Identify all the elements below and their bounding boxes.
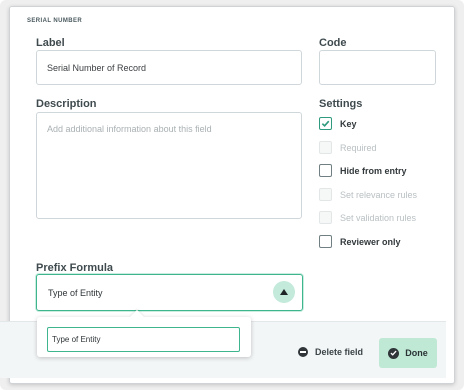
setting-label: Key <box>340 118 357 129</box>
key-checkbox[interactable] <box>319 117 332 130</box>
required-checkbox <box>319 141 332 154</box>
prefix-formula-label: Prefix Formula <box>36 262 114 274</box>
setting-label: Hide from entry <box>340 165 407 176</box>
validation-rules-checkbox <box>319 211 332 224</box>
setting-label: Set validation rules <box>340 212 417 223</box>
setting-label: Required <box>340 142 377 153</box>
setting-key[interactable]: Key <box>319 117 357 130</box>
delete-field-button[interactable]: Delete field <box>298 347 363 357</box>
prefix-formula-selected: Type of Entity <box>48 287 103 298</box>
setting-hide-from-entry[interactable]: Hide from entry <box>319 164 407 177</box>
setting-label: Reviewer only <box>340 236 401 247</box>
setting-reviewer-only[interactable]: Reviewer only <box>319 235 401 248</box>
setting-required: Required <box>319 141 377 154</box>
chevron-up-icon[interactable] <box>273 281 295 303</box>
reviewer-only-checkbox[interactable] <box>319 235 332 248</box>
label-input[interactable]: Serial Number of Record <box>36 50 302 85</box>
done-label: Done <box>405 348 428 358</box>
section-title: SERIAL NUMBER <box>27 18 83 24</box>
triangle-up-icon <box>280 289 288 295</box>
hide-from-entry-checkbox[interactable] <box>319 164 332 177</box>
dropdown-option[interactable]: Type of Entity <box>47 327 240 352</box>
delete-field-label: Delete field <box>315 347 364 357</box>
prefix-formula-dropdown: Type of Entity <box>37 317 251 357</box>
relevance-rules-checkbox <box>319 188 332 201</box>
description-field-label: Description <box>36 98 97 110</box>
minus-circle-icon <box>298 347 308 357</box>
description-textarea[interactable]: Add additional information about this fi… <box>36 112 302 219</box>
label-field-label: Label <box>36 37 65 49</box>
setting-label: Set relevance rules <box>340 189 418 200</box>
setting-validation-rules: Set validation rules <box>319 211 416 224</box>
settings-title: Settings <box>319 98 363 110</box>
check-icon <box>390 350 397 356</box>
code-input[interactable] <box>319 50 436 85</box>
prefix-formula-select[interactable]: Type of Entity <box>36 274 303 311</box>
setting-relevance-rules: Set relevance rules <box>319 188 417 201</box>
minus-icon <box>300 351 306 353</box>
done-button[interactable]: Done <box>379 338 437 368</box>
code-field-label: Code <box>319 37 347 49</box>
checkmark-icon <box>321 120 330 128</box>
check-circle-icon <box>388 347 400 359</box>
